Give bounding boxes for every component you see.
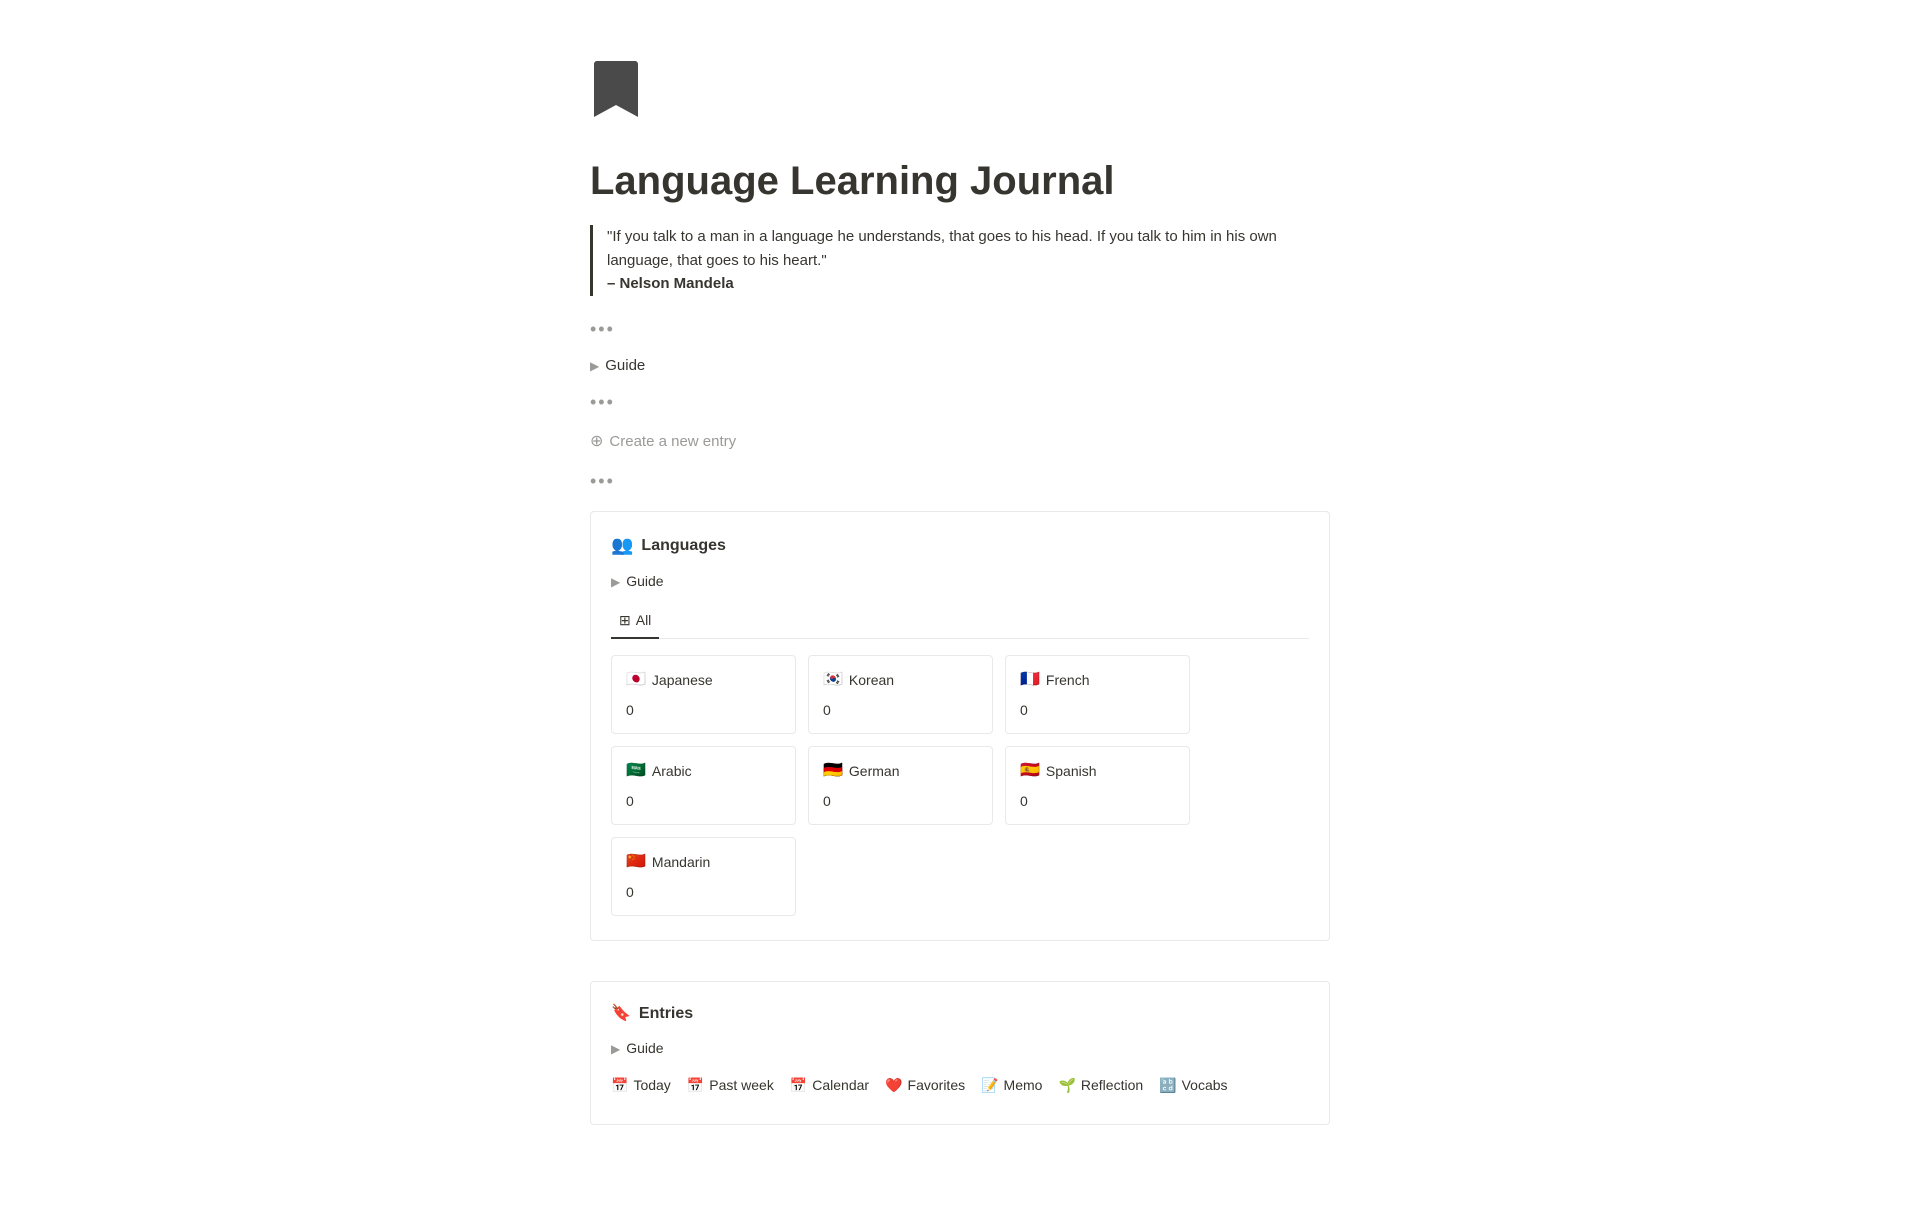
tab-calendar-label: Calendar <box>812 1075 869 1096</box>
reflection-icon: 🌱 <box>1058 1075 1075 1096</box>
memo-icon: 📝 <box>981 1075 998 1096</box>
lang-card-japanese[interactable]: 🇯🇵 Japanese 0 <box>611 655 796 734</box>
lang-card-korean[interactable]: 🇰🇷 Korean 0 <box>808 655 993 734</box>
tab-vocabs[interactable]: 🔡 Vocabs <box>1159 1071 1227 1100</box>
lang-card-french[interactable]: 🇫🇷 French 0 <box>1005 655 1190 734</box>
lang-card-german[interactable]: 🇩🇪 German 0 <box>808 746 993 825</box>
create-entry-row[interactable]: ⊕ Create a new entry <box>590 428 1330 456</box>
page-container: Language Learning Journal "If you talk t… <box>510 0 1410 1221</box>
languages-db-title: Languages <box>641 534 725 558</box>
tab-favorites[interactable]: ❤️ Favorites <box>885 1071 965 1100</box>
calendar-icon: 📅 <box>790 1075 807 1096</box>
vocabs-icon: 🔡 <box>1159 1075 1176 1096</box>
tab-calendar[interactable]: 📅 Calendar <box>790 1071 869 1100</box>
tab-all-label: All <box>636 610 652 631</box>
tab-all-icon: ⊞ <box>619 610 631 631</box>
tab-past-week-label: Past week <box>709 1075 774 1096</box>
lang-card-spanish[interactable]: 🇪🇸 Spanish 0 <box>1005 746 1190 825</box>
lang-name-spanish: Spanish <box>1046 761 1097 782</box>
quote-text: "If you talk to a man in a language he u… <box>607 225 1330 273</box>
tab-reflection[interactable]: 🌱 Reflection <box>1058 1071 1143 1100</box>
guide-toggle-1[interactable]: ▶ Guide <box>590 355 1330 378</box>
tab-memo[interactable]: 📝 Memo <box>981 1071 1042 1100</box>
flag-japanese: 🇯🇵 <box>626 668 646 692</box>
blockquote: "If you talk to a man in a language he u… <box>590 225 1330 296</box>
count-korean: 0 <box>823 700 978 721</box>
count-japanese: 0 <box>626 700 781 721</box>
dots-2: ••• <box>590 389 1330 416</box>
tab-today[interactable]: 📅 Today <box>611 1071 671 1100</box>
flag-korean: 🇰🇷 <box>823 668 843 692</box>
tab-all[interactable]: ⊞ All <box>611 604 659 639</box>
lang-name-korean: Korean <box>849 670 894 691</box>
past-week-icon: 📅 <box>687 1075 704 1096</box>
favorites-icon: ❤️ <box>885 1075 902 1096</box>
tab-favorites-label: Favorites <box>908 1075 966 1096</box>
toggle-arrow-1: ▶ <box>590 357 599 375</box>
flag-mandarin: 🇨🇳 <box>626 850 646 874</box>
entries-guide-label: Guide <box>626 1038 663 1059</box>
page-icon <box>590 60 1330 141</box>
lang-name-arabic: Arabic <box>652 761 692 782</box>
languages-tabs: ⊞ All <box>611 604 1309 639</box>
lang-name-german: German <box>849 761 900 782</box>
count-arabic: 0 <box>626 791 781 812</box>
entries-db-title: Entries <box>639 1002 693 1026</box>
lang-card-mandarin[interactable]: 🇨🇳 Mandarin 0 <box>611 837 796 916</box>
entries-guide-toggle[interactable]: ▶ Guide <box>611 1038 1309 1059</box>
languages-guide-toggle[interactable]: ▶ Guide <box>611 571 1309 592</box>
create-entry-label: Create a new entry <box>609 431 736 454</box>
languages-db-icon: 👥 <box>611 532 633 559</box>
entries-db-header: 🔖 Entries <box>611 1002 1309 1026</box>
language-cards-grid: 🇯🇵 Japanese 0 🇰🇷 Korean 0 🇫🇷 French <box>611 655 1309 916</box>
flag-arabic: 🇸🇦 <box>626 759 646 783</box>
lang-name-mandarin: Mandarin <box>652 852 710 873</box>
count-mandarin: 0 <box>626 882 781 903</box>
count-french: 0 <box>1020 700 1175 721</box>
count-german: 0 <box>823 791 978 812</box>
lang-name-japanese: Japanese <box>652 670 713 691</box>
flag-spanish: 🇪🇸 <box>1020 759 1040 783</box>
languages-toggle-arrow: ▶ <box>611 573 620 591</box>
tab-memo-label: Memo <box>1004 1075 1043 1096</box>
guide-label-1: Guide <box>605 355 645 378</box>
tab-today-label: Today <box>633 1075 670 1096</box>
lang-card-arabic[interactable]: 🇸🇦 Arabic 0 <box>611 746 796 825</box>
lang-name-french: French <box>1046 670 1090 691</box>
flag-german: 🇩🇪 <box>823 759 843 783</box>
dots-1: ••• <box>590 316 1330 343</box>
tab-vocabs-label: Vocabs <box>1182 1075 1228 1096</box>
languages-db-header: 👥 Languages <box>611 532 1309 559</box>
today-icon: 📅 <box>611 1075 628 1096</box>
tab-reflection-label: Reflection <box>1081 1075 1143 1096</box>
entries-tabs: 📅 Today 📅 Past week 📅 Calendar ❤️ Favori… <box>611 1071 1309 1100</box>
page-title: Language Learning Journal <box>590 157 1330 205</box>
languages-database: 👥 Languages ▶ Guide ⊞ All 🇯🇵 Japanese 0 <box>590 511 1330 941</box>
plus-circle-icon: ⊕ <box>590 430 603 454</box>
count-spanish: 0 <box>1020 791 1175 812</box>
entries-db-icon: 🔖 <box>611 1002 631 1026</box>
quote-author: – Nelson Mandela <box>607 273 1330 296</box>
flag-french: 🇫🇷 <box>1020 668 1040 692</box>
languages-guide-label: Guide <box>626 571 663 592</box>
dots-3: ••• <box>590 468 1330 495</box>
tab-past-week[interactable]: 📅 Past week <box>687 1071 774 1100</box>
entries-toggle-arrow: ▶ <box>611 1040 620 1058</box>
entries-database: 🔖 Entries ▶ Guide 📅 Today 📅 Past week 📅 … <box>590 981 1330 1125</box>
